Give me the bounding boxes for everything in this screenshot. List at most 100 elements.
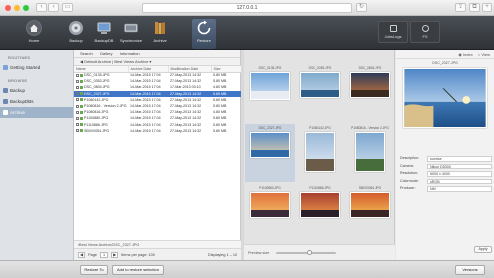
jobslogs-button[interactable]: JobsLogs — [378, 21, 408, 43]
metadata-value-field[interactable]: sRGB — [427, 178, 492, 184]
sidebar-section-routines: ROUTINES — [8, 55, 31, 60]
zoom-window-button[interactable] — [23, 5, 29, 11]
preview-filename: DSC_2327.JPG — [432, 61, 458, 65]
gallery-thumbnail[interactable]: P1100880.JPG — [245, 184, 295, 242]
zoom-slider[interactable] — [276, 252, 336, 254]
home-icon — [26, 20, 42, 36]
sidebar-item-getting-started[interactable]: Getting Started — [0, 62, 73, 73]
row-checkbox[interactable] — [76, 116, 79, 120]
gallery-thumbnail[interactable]: DSC_0804.JPG — [345, 64, 395, 122]
metadata-value-field[interactable]: Nikon D5300 — [427, 163, 492, 169]
toolbar-synchronize[interactable]: Synchronize — [119, 19, 143, 49]
row-checkbox[interactable] — [76, 86, 79, 90]
image-file-icon — [80, 123, 83, 127]
toolbar-backup[interactable]: Backup — [64, 19, 88, 49]
row-checkbox[interactable] — [76, 79, 79, 83]
thumbnail-image — [300, 192, 340, 218]
share-icon[interactable]: ⇪ — [455, 3, 466, 12]
sidebar-toggle-button[interactable]: ▭ — [62, 3, 73, 12]
thumbnail-label: P1100880.JPG — [259, 186, 281, 190]
archive-icon — [155, 22, 165, 34]
minimize-window-button[interactable] — [14, 5, 20, 11]
cell-text: DSC_0135.JPG — [84, 73, 110, 78]
toolbar-backupdb[interactable]: BackupDB — [92, 19, 116, 49]
apply-button[interactable]: Apply — [474, 246, 492, 253]
row-checkbox[interactable] — [76, 123, 79, 127]
add-to-restore-selection-button[interactable]: Add to restore selection — [112, 265, 164, 275]
gallery-footer: Preview size — [244, 244, 395, 260]
sidebar-item-backupdbs[interactable]: BackupDBs — [0, 96, 73, 107]
table-cell: 5.80 MB — [211, 128, 241, 134]
row-checkbox[interactable] — [76, 73, 79, 77]
info-icon — [3, 65, 8, 70]
next-page-button[interactable]: ▶ — [111, 252, 119, 258]
gallery-thumbnail[interactable]: SB0V0054.JPG — [345, 184, 395, 242]
index-toggle-label: Index — [462, 52, 473, 57]
sidebar-item-backup[interactable]: Backup — [0, 85, 73, 96]
gallery-thumbnail[interactable]: DSC_0353.JPG — [295, 64, 345, 122]
row-checkbox[interactable] — [76, 129, 79, 133]
new-tab-button[interactable]: + — [482, 3, 492, 12]
cell-text: P1080816 - Version 2.JPG — [84, 104, 127, 109]
row-checkbox[interactable] — [76, 110, 79, 114]
reload-icon[interactable]: ↻ — [356, 3, 367, 12]
gallery-thumbnail[interactable]: P1110886.JPG — [295, 184, 345, 242]
restore-to-button[interactable]: Restore To — [80, 265, 108, 275]
back-button[interactable]: ‹ — [36, 3, 47, 12]
thumbnail-label: DSC_0353.JPG — [308, 66, 332, 70]
thumbnail-label: DSC_0135.JPG — [258, 66, 282, 70]
gallery-thumbnail[interactable]: P1080816 - Version 2.JPG — [345, 124, 395, 182]
items-per-page[interactable]: Items per page: 100 — [121, 253, 155, 257]
metadata-key: Description: — [400, 156, 419, 160]
cell-text: 5.80 MB — [213, 79, 227, 84]
page-number-field[interactable]: 1 — [100, 252, 108, 258]
toolbar-home[interactable]: Home — [22, 19, 46, 49]
tab-gallery[interactable]: Gallery — [100, 51, 113, 56]
thumbnail-image — [355, 132, 385, 172]
gallery-thumbnail[interactable]: DSC_0135.JPG — [245, 64, 295, 122]
file-list-panel: Search Gallery Information ◀ Default Arc… — [74, 50, 242, 260]
cell-text: 27-May-2013 14:32 — [170, 116, 202, 121]
file-table: Name Archive Date Modification Date Size… — [74, 66, 242, 134]
toolbar-restore[interactable]: Restore — [192, 19, 216, 49]
toolbar-label: BackupDB — [94, 38, 114, 43]
bottom-bar: Restore To Add to restore selection Vers… — [0, 260, 494, 278]
close-window-button[interactable] — [5, 5, 11, 11]
table-row[interactable]: SB0V0054.JPG 14-Mar-2015 17:04 27-May-2013… — [74, 128, 241, 134]
pager: ◀ Page 1 ▶ Items per page: 100 Displayin… — [74, 248, 241, 260]
table-cell: 27-May-2013 14:32 — [168, 128, 211, 134]
image-file-icon — [80, 86, 83, 90]
fs-label: FS — [422, 34, 428, 39]
cell-text: 5.80 MB — [213, 97, 227, 102]
metadata-value-field[interactable]: 6000 x 4000 — [427, 171, 492, 177]
sidebar-item-archive[interactable]: Archive — [0, 107, 73, 118]
forward-button[interactable]: › — [48, 3, 59, 12]
metadata-value-field[interactable]: sunrise — [427, 156, 492, 162]
tabs-icon[interactable]: ⧉ — [469, 3, 480, 12]
fs-button[interactable]: FS — [410, 21, 440, 43]
cell-text: 4.80 MB — [213, 85, 227, 90]
url-field[interactable]: 127.0.0.1 — [142, 3, 352, 13]
file-table-body: DSC_0135.JPG 14-Mar-2015 17:04 27-May-2013… — [74, 72, 241, 134]
tab-information[interactable]: Information — [120, 51, 140, 56]
cell-text: 17-Mar-2013 03:10 — [170, 85, 201, 90]
zoom-slider-handle[interactable] — [307, 250, 312, 255]
view-toggle[interactable]: ○ View — [478, 52, 490, 57]
metadata-value-field[interactable]: NM — [427, 186, 492, 192]
cell-text: DSC_0804.JPG — [84, 85, 110, 90]
breadcrumb[interactable]: ◀ Default Archive | Best Views Archive ▾ — [74, 58, 240, 66]
gallery-thumbnail[interactable]: P1080142.JPG — [295, 124, 345, 182]
table-row[interactable]: DSC_0135.JPG 14-Mar-2015 17:04 27-May-2013… — [74, 72, 241, 78]
gallery-thumbnail[interactable]: DSC_2327.JPG — [245, 124, 295, 182]
prev-page-button[interactable]: ◀ — [78, 252, 85, 258]
cell-text: 14-Mar-2015 17:04 — [130, 110, 161, 115]
metadata-key: Camera: — [400, 163, 414, 168]
row-checkbox[interactable] — [76, 92, 79, 96]
index-toggle[interactable]: ◉ Index — [458, 52, 472, 57]
row-checkbox[interactable] — [76, 104, 79, 108]
toolbar-archive[interactable]: Archive — [148, 19, 172, 49]
tab-search[interactable]: Search — [80, 51, 93, 56]
row-checkbox[interactable] — [76, 98, 79, 102]
sidebar: ROUTINES Getting Started BROWSE Backup B… — [0, 50, 74, 260]
versions-button[interactable]: Versions — [455, 265, 485, 275]
